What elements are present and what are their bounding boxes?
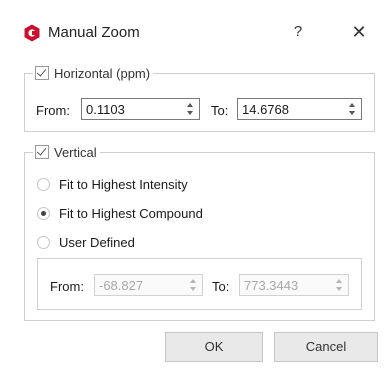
vertical-from-label: From: xyxy=(50,279,84,294)
radio-indicator[interactable] xyxy=(37,236,50,249)
help-button[interactable]: ? xyxy=(288,20,308,44)
close-button[interactable]: ✕ xyxy=(348,20,370,44)
vertical-to-label: To: xyxy=(212,279,230,294)
horizontal-from-value: 0.1103 xyxy=(86,102,125,117)
horizontal-to-spinbox[interactable]: 14.6768 xyxy=(237,98,362,120)
window-title: Manual Zoom xyxy=(48,24,140,41)
vertical-from-value: -68.827 xyxy=(99,278,144,293)
radio-label: Fit to Highest Compound xyxy=(59,206,203,221)
vertical-from-spinbox[interactable]: -68.827 xyxy=(94,274,203,296)
radio-label: User Defined xyxy=(59,235,135,250)
radio-user-defined[interactable]: User Defined xyxy=(37,235,135,250)
radio-label: Fit to Highest Intensity xyxy=(59,177,188,192)
title-bar: Manual Zoom ? ✕ xyxy=(0,0,385,64)
radio-indicator[interactable] xyxy=(37,207,50,220)
radio-fit-highest-intensity[interactable]: Fit to Highest Intensity xyxy=(37,177,188,192)
vertical-label: Vertical xyxy=(54,144,97,160)
radio-fit-highest-compound[interactable]: Fit to Highest Compound xyxy=(37,206,203,221)
horizontal-from-spinbox[interactable]: 0.1103 xyxy=(81,98,200,120)
vertical-checkbox[interactable] xyxy=(35,145,49,159)
cancel-button[interactable]: Cancel xyxy=(274,332,378,362)
horizontal-toggle[interactable]: Horizontal (ppm) xyxy=(33,64,154,82)
spin-arrows-icon[interactable] xyxy=(187,101,195,117)
spin-arrows-icon[interactable] xyxy=(349,101,357,117)
radio-indicator[interactable] xyxy=(37,178,50,191)
horizontal-label: Horizontal (ppm) xyxy=(54,65,151,81)
vertical-to-value: 773.3443 xyxy=(244,278,299,293)
app-logo-icon xyxy=(24,24,40,42)
spin-arrows-icon[interactable] xyxy=(190,277,198,293)
ok-button[interactable]: OK xyxy=(165,332,263,362)
vertical-to-spinbox[interactable]: 773.3443 xyxy=(239,274,349,296)
vertical-toggle[interactable]: Vertical xyxy=(33,143,100,161)
horizontal-to-value: 14.6768 xyxy=(242,102,289,117)
close-icon: ✕ xyxy=(351,22,367,42)
spin-arrows-icon[interactable] xyxy=(336,277,344,293)
horizontal-to-label: To: xyxy=(211,103,229,118)
horizontal-checkbox[interactable] xyxy=(35,66,49,80)
horizontal-from-label: From: xyxy=(36,103,70,118)
